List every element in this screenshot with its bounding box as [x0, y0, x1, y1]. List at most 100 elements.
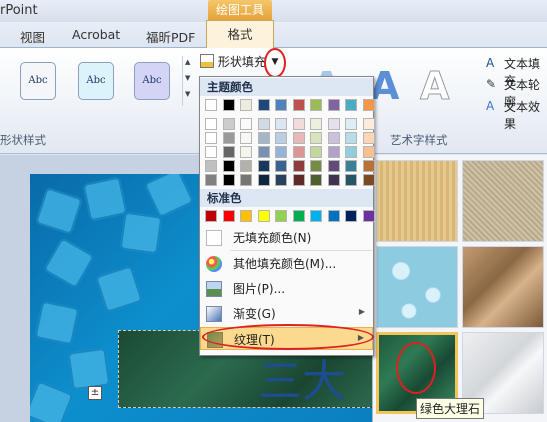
theme-color-shade-swatch[interactable] — [257, 160, 270, 172]
tab-foxit-pdf[interactable]: 福昕PDF — [146, 27, 195, 46]
standard-color-swatch[interactable] — [275, 210, 287, 222]
theme-color-shade-swatch[interactable] — [345, 174, 357, 186]
puzzle-piece — [43, 237, 95, 289]
theme-color-shade-swatch[interactable] — [275, 160, 287, 172]
theme-color-shade-swatch[interactable] — [205, 174, 217, 186]
shape-style-gallery-scroll[interactable]: ▲ ▼ ▼ — [182, 56, 194, 106]
texture-canvas[interactable] — [462, 160, 544, 242]
shape-style-purple[interactable]: Abc — [134, 62, 170, 100]
theme-color-shade-swatch[interactable] — [222, 146, 235, 158]
theme-color-shade-swatch[interactable] — [275, 132, 287, 144]
picture-icon — [206, 281, 222, 297]
theme-color-shade-swatch[interactable] — [292, 174, 305, 186]
theme-color-shade-swatch[interactable] — [310, 146, 322, 158]
theme-color-shade-swatch[interactable] — [362, 118, 375, 130]
theme-color-swatch[interactable] — [240, 99, 252, 111]
theme-color-shade-swatch[interactable] — [345, 160, 357, 172]
texture-papyrus[interactable] — [376, 160, 458, 242]
theme-color-shade-swatch[interactable] — [327, 146, 340, 158]
theme-color-shade-swatch[interactable] — [327, 118, 340, 130]
theme-color-swatch[interactable] — [222, 99, 235, 111]
texture-paper-bag[interactable] — [462, 246, 544, 328]
theme-color-shade-swatch[interactable] — [240, 118, 252, 130]
theme-color-shade-swatch[interactable] — [205, 118, 217, 130]
theme-color-shade-swatch[interactable] — [362, 146, 375, 158]
theme-color-shade-swatch[interactable] — [240, 174, 252, 186]
shape-fill-button[interactable]: 形状填充 — [198, 52, 270, 72]
theme-color-swatch[interactable] — [362, 99, 375, 111]
standard-color-swatch[interactable] — [240, 210, 252, 222]
theme-color-shade-swatch[interactable] — [292, 146, 305, 158]
theme-color-swatch[interactable] — [205, 99, 217, 111]
standard-color-swatch[interactable] — [205, 210, 217, 222]
menu-item-picture[interactable]: 图片(P)... — [200, 277, 373, 300]
scroll-up-icon[interactable]: ▲ — [185, 58, 190, 66]
resize-handle-icon[interactable]: ± — [88, 386, 102, 400]
theme-color-shade-swatch[interactable] — [362, 132, 375, 144]
menu-item-no-fill[interactable]: 无填充颜色(N) — [200, 226, 373, 249]
puzzle-piece — [34, 300, 80, 346]
theme-color-shade-swatch[interactable] — [345, 146, 357, 158]
theme-color-shade-swatch[interactable] — [310, 118, 322, 130]
standard-color-swatch[interactable] — [292, 210, 305, 222]
standard-color-swatch[interactable] — [257, 210, 270, 222]
theme-color-shade-swatch[interactable] — [257, 132, 270, 144]
texture-water-droplets[interactable] — [376, 246, 458, 328]
standard-colors-header: 标准色 — [200, 189, 373, 207]
theme-color-swatch[interactable] — [327, 99, 340, 111]
theme-color-shade-swatch[interactable] — [205, 132, 217, 144]
theme-color-shade-swatch[interactable] — [205, 160, 217, 172]
tab-view[interactable]: 视图 — [20, 27, 45, 46]
theme-color-shade-swatch[interactable] — [310, 174, 322, 186]
standard-color-swatch[interactable] — [222, 210, 235, 222]
scroll-down-icon[interactable]: ▼ — [185, 74, 190, 82]
shape-fill-label: 形状填充 — [217, 55, 266, 69]
theme-color-swatch[interactable] — [275, 99, 287, 111]
theme-color-shade-swatch[interactable] — [275, 146, 287, 158]
standard-color-swatch[interactable] — [345, 210, 357, 222]
wordart-style-white[interactable]: A — [419, 64, 449, 109]
theme-color-shade-swatch[interactable] — [275, 174, 287, 186]
wordart-styles-group-label: 艺术字样式 — [390, 133, 448, 147]
tab-acrobat[interactable]: Acrobat — [72, 27, 120, 42]
theme-color-shade-swatch[interactable] — [362, 174, 375, 186]
theme-color-shade-swatch[interactable] — [327, 174, 340, 186]
theme-color-shade-swatch[interactable] — [327, 160, 340, 172]
theme-color-shade-swatch[interactable] — [222, 160, 235, 172]
standard-color-swatch[interactable] — [310, 210, 322, 222]
theme-color-shade-swatch[interactable] — [345, 118, 357, 130]
theme-color-shade-swatch[interactable] — [257, 118, 270, 130]
shape-style-cyan[interactable]: Abc — [78, 62, 114, 100]
theme-color-shade-swatch[interactable] — [205, 146, 217, 158]
submenu-arrow-icon: ▶ — [358, 307, 365, 316]
theme-color-shade-swatch[interactable] — [240, 132, 252, 144]
theme-color-shade-swatch[interactable] — [345, 132, 357, 144]
theme-color-shade-swatch[interactable] — [257, 174, 270, 186]
gallery-more-icon[interactable]: ▼ — [185, 90, 190, 98]
shape-style-white[interactable]: Abc — [20, 62, 56, 100]
theme-color-shade-swatch[interactable] — [310, 160, 322, 172]
theme-color-swatch[interactable] — [310, 99, 322, 111]
menu-item-gradient[interactable]: 渐变(G) ▶ — [200, 302, 373, 325]
theme-color-shade-swatch[interactable] — [362, 160, 375, 172]
theme-color-shade-swatch[interactable] — [327, 132, 340, 144]
theme-color-shade-swatch[interactable] — [292, 118, 305, 130]
theme-color-swatch[interactable] — [292, 99, 305, 111]
theme-color-shade-swatch[interactable] — [222, 132, 235, 144]
theme-color-shade-swatch[interactable] — [292, 160, 305, 172]
theme-color-shade-swatch[interactable] — [240, 160, 252, 172]
theme-color-shade-swatch[interactable] — [257, 146, 270, 158]
theme-color-shade-swatch[interactable] — [222, 118, 235, 130]
theme-color-shade-swatch[interactable] — [310, 132, 322, 144]
tab-format[interactable]: 格式 — [206, 20, 274, 49]
theme-color-shade-swatch[interactable] — [240, 146, 252, 158]
theme-color-swatch[interactable] — [345, 99, 357, 111]
standard-color-swatch[interactable] — [327, 210, 340, 222]
standard-color-swatch[interactable] — [362, 210, 375, 222]
theme-color-shade-swatch[interactable] — [275, 118, 287, 130]
theme-color-shade-swatch[interactable] — [292, 132, 305, 144]
theme-color-swatch[interactable] — [257, 99, 270, 111]
text-effects-button[interactable]: 文本效果 — [504, 98, 547, 132]
theme-color-shade-swatch[interactable] — [222, 174, 235, 186]
menu-item-more-colors[interactable]: 其他填充颜色(M)... — [200, 252, 373, 275]
